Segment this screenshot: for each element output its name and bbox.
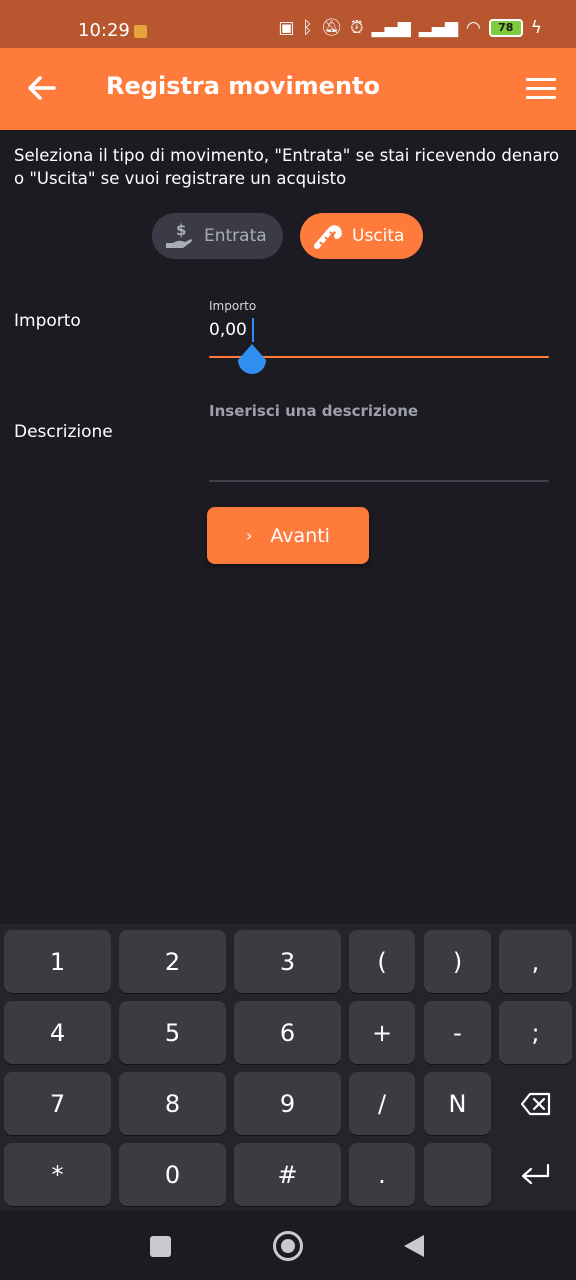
battery-icon: 78 [488, 19, 523, 37]
key-minus[interactable]: - [424, 1001, 491, 1064]
descrizione-underline [209, 480, 549, 482]
status-time: 10:29 [78, 20, 130, 41]
descrizione-input[interactable]: Inserisci una descrizione [209, 402, 418, 420]
entrata-label: Entrata [204, 226, 267, 246]
key-3[interactable]: 3 [234, 930, 341, 993]
avanti-label: Avanti [270, 524, 330, 547]
page-title: Registra movimento [106, 72, 381, 100]
arrow-left-icon[interactable] [24, 70, 60, 106]
key-close-paren[interactable]: ) [424, 930, 491, 993]
home-button[interactable] [273, 1231, 303, 1261]
alarm-icon: ⏰︎ [350, 18, 364, 38]
key-7[interactable]: 7 [4, 1072, 111, 1135]
key-open-paren[interactable]: ( [349, 930, 415, 993]
key-plus[interactable]: + [349, 1001, 415, 1064]
charging-icon: ϟ [530, 18, 542, 38]
mute-icon: 🔕︎ [320, 18, 343, 38]
key-asterisk[interactable]: * [4, 1143, 111, 1206]
backspace-key[interactable] [499, 1072, 572, 1135]
hand-money-icon: $ [162, 221, 196, 251]
key-6[interactable]: 6 [234, 1001, 341, 1064]
importo-input[interactable]: 0,00 [209, 320, 247, 340]
cursor-handle[interactable] [235, 344, 269, 378]
signal-2-icon: ▂▄▆ [418, 18, 458, 38]
key-0[interactable]: 0 [119, 1143, 226, 1206]
key-hash[interactable]: # [234, 1143, 341, 1206]
enter-key[interactable] [499, 1143, 572, 1206]
enter-icon [521, 1163, 549, 1184]
numeric-keyboard: 1 2 3 ( ) , 4 5 6 + - ; 7 8 9 / N * 0 # … [0, 924, 576, 1210]
system-nav-bar [0, 1210, 576, 1280]
recents-button[interactable] [150, 1236, 171, 1257]
text-cursor [252, 318, 254, 342]
uscita-toggle[interactable]: Uscita [300, 213, 423, 259]
key-semicolon[interactable]: ; [499, 1001, 572, 1064]
key-1[interactable]: 1 [4, 930, 111, 993]
key-2[interactable]: 2 [119, 930, 226, 993]
importo-floating-label: Importo [209, 299, 257, 313]
avanti-button[interactable]: › Avanti [207, 507, 369, 564]
importo-label: Importo [14, 311, 81, 331]
key-space[interactable] [424, 1143, 491, 1206]
uscita-label: Uscita [352, 226, 405, 246]
key-4[interactable]: 4 [4, 1001, 111, 1064]
key-5[interactable]: 5 [119, 1001, 226, 1064]
descrizione-label: Descrizione [14, 422, 113, 442]
key-n[interactable]: N [424, 1072, 491, 1135]
status-icons: ▣ ᛒ 🔕︎ ⏰︎ ▂▄▆ ▂▄▆ ◠ 78 ϟ [278, 18, 542, 38]
intro-text: Seleziona il tipo di movimento, "Entrata… [14, 146, 560, 188]
key-period[interactable]: . [349, 1143, 415, 1206]
candy-cane-icon [310, 221, 344, 251]
back-button[interactable] [402, 1233, 426, 1259]
key-slash[interactable]: / [349, 1072, 415, 1135]
key-comma[interactable]: , [499, 930, 572, 993]
hamburger-menu-icon[interactable] [526, 78, 556, 100]
notification-icon [134, 25, 147, 38]
wifi-icon: ◠ [465, 18, 481, 38]
backspace-icon [520, 1092, 550, 1115]
signal-icon: ▂▄▆ [371, 18, 411, 38]
entrata-toggle[interactable]: $ Entrata [152, 213, 283, 259]
key-9[interactable]: 9 [234, 1072, 341, 1135]
nfc-icon: ▣ [278, 18, 295, 38]
key-8[interactable]: 8 [119, 1072, 226, 1135]
bluetooth-icon: ᛒ [302, 18, 313, 38]
chevron-right-icon: › [246, 526, 253, 545]
svg-text:$: $ [176, 221, 186, 239]
